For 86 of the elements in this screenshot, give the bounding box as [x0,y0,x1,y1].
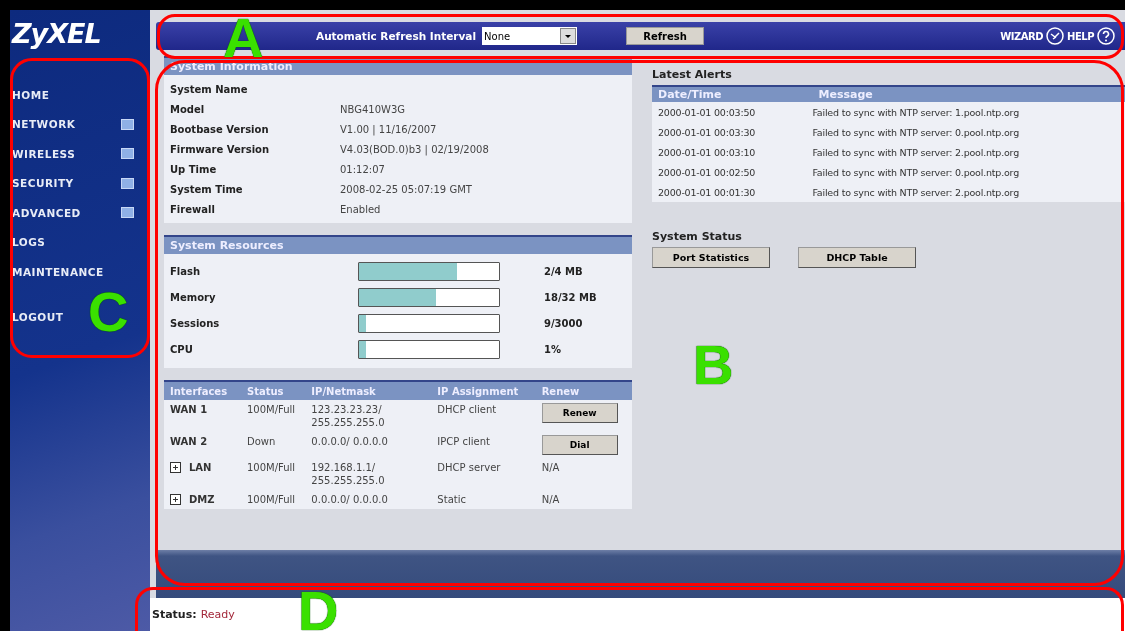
column-header: Status [240,381,306,400]
table-cell: 0.0.0.0/ 0.0.0.0 [305,432,432,458]
nav-label[interactable]: LOGS [12,236,46,249]
info-value: 01:12:07 [340,163,385,175]
table-cell: Failed to sync with NTP server: 2.pool.ntp.org [812,182,1125,202]
meter-label: Memory [170,291,217,303]
meter-reading: 18/32 MB [544,291,597,303]
info-label: System Time [170,183,244,195]
column-header: Renew [535,381,632,400]
table-cell: Down [240,432,306,458]
table-cell: N/A [535,458,632,490]
status-button[interactable]: DHCP Table [798,247,916,268]
help-icon[interactable] [1097,27,1115,45]
interface-name: DMZ [189,493,215,506]
callout-letter: B [693,345,734,385]
info-label: Firmware Version [170,143,271,155]
column-header: Interfaces [164,381,241,400]
table-cell: Failed to sync with NTP server: 1.pool.ntp.org [812,102,1125,122]
nav-label[interactable]: ADVANCED [12,206,81,219]
expand-icon[interactable] [170,494,181,505]
meter-label: Flash [170,265,202,277]
column-header: Message [812,86,1125,102]
table-cell: 2000-01-01 00:03:50 [652,102,813,122]
info-value: NBG410W3G [340,103,405,115]
column-header: IP/Netmask [305,381,432,400]
info-value: 2008-02-25 05:07:19 GMT [340,183,472,195]
status-button[interactable]: Port Statistics [652,247,770,268]
column-header: Date/Time [652,86,813,102]
info-value: V1.00 | 11/16/2007 [340,123,437,135]
meter-label: CPU [170,343,194,355]
info-value: Enabled [340,203,381,215]
renew-button[interactable]: Renew [541,403,618,423]
nav-label[interactable]: HOME [12,88,50,101]
expand-icon[interactable] [170,462,181,473]
table-cell: Failed to sync with NTP server: 2.pool.ntp.org [812,142,1125,162]
table-cell: 2000-01-01 00:02:50 [652,162,813,182]
meter-label: Sessions [170,317,221,329]
logo: ZyXEL [10,17,102,51]
info-label: Firewall [170,203,216,215]
table-cell: 100M/Full [240,400,306,432]
nav-label[interactable]: WIRELESS [12,147,76,160]
help-link[interactable]: HELP [1067,30,1094,42]
table-cell: 0.0.0.0/ 0.0.0.0 [305,490,432,509]
table-cell: 2000-01-01 00:01:30 [652,182,813,202]
nav-label[interactable]: MAINTENANCE [12,265,104,278]
column-header: IP Assignment [431,381,536,400]
table-cell: 100M/Full [240,458,306,490]
nav-label[interactable]: SECURITY [12,177,74,190]
interface-name: LAN [189,461,212,474]
table-cell: IPCP client [431,432,536,458]
panel-title: System Resources [164,237,632,254]
table-cell: DHCP server [431,458,536,490]
callout-letter: D [298,591,339,631]
meter-reading: 1% [544,343,561,355]
table-cell: 192.168.1.1/ 255.255.255.0 [305,458,432,490]
nav-label[interactable]: LOGOUT [12,311,64,324]
meter-reading: 9/3000 [544,317,583,329]
meter-reading: 2/4 MB [544,265,583,277]
info-label: Bootbase Version [170,123,270,135]
status-value: Ready [200,608,235,621]
table-cell: Failed to sync with NTP server: 0.pool.ntp.org [812,122,1125,142]
refresh-button[interactable]: Refresh [626,27,705,45]
table-cell: DHCP client [431,400,536,432]
info-label: Up Time [170,163,218,175]
status-label: Status: [152,608,197,621]
info-value: V4.03(BOD.0)b3 | 02/19/2008 [340,143,489,155]
renew-button[interactable]: Dial [541,435,618,455]
refresh-label: Automatic Refresh Interval [316,30,477,42]
table-cell: 2000-01-01 00:03:10 [652,142,813,162]
table-cell: N/A [535,490,632,509]
table-cell: Static [431,490,536,509]
wizard-icon[interactable] [1046,27,1065,45]
interface-name: WAN 2 [164,432,241,458]
interval-select[interactable]: None [482,27,578,45]
table-cell: 100M/Full [240,490,306,509]
table-cell: 2000-01-01 00:03:30 [652,122,813,142]
info-label: System Name [170,83,249,95]
nav-label[interactable]: NETWORK [12,118,76,131]
table-cell: Failed to sync with NTP server: 0.pool.ntp.org [812,162,1125,182]
info-label: Model [170,103,206,115]
interface-name: WAN 1 [164,400,241,432]
wizard-link[interactable]: WIZARD [1000,30,1044,42]
table-cell: 123.23.23.23/ 255.255.255.0 [305,400,432,432]
section-title: System Status [652,230,743,243]
callout-letter: C [88,292,129,332]
section-title: Latest Alerts [652,68,733,81]
